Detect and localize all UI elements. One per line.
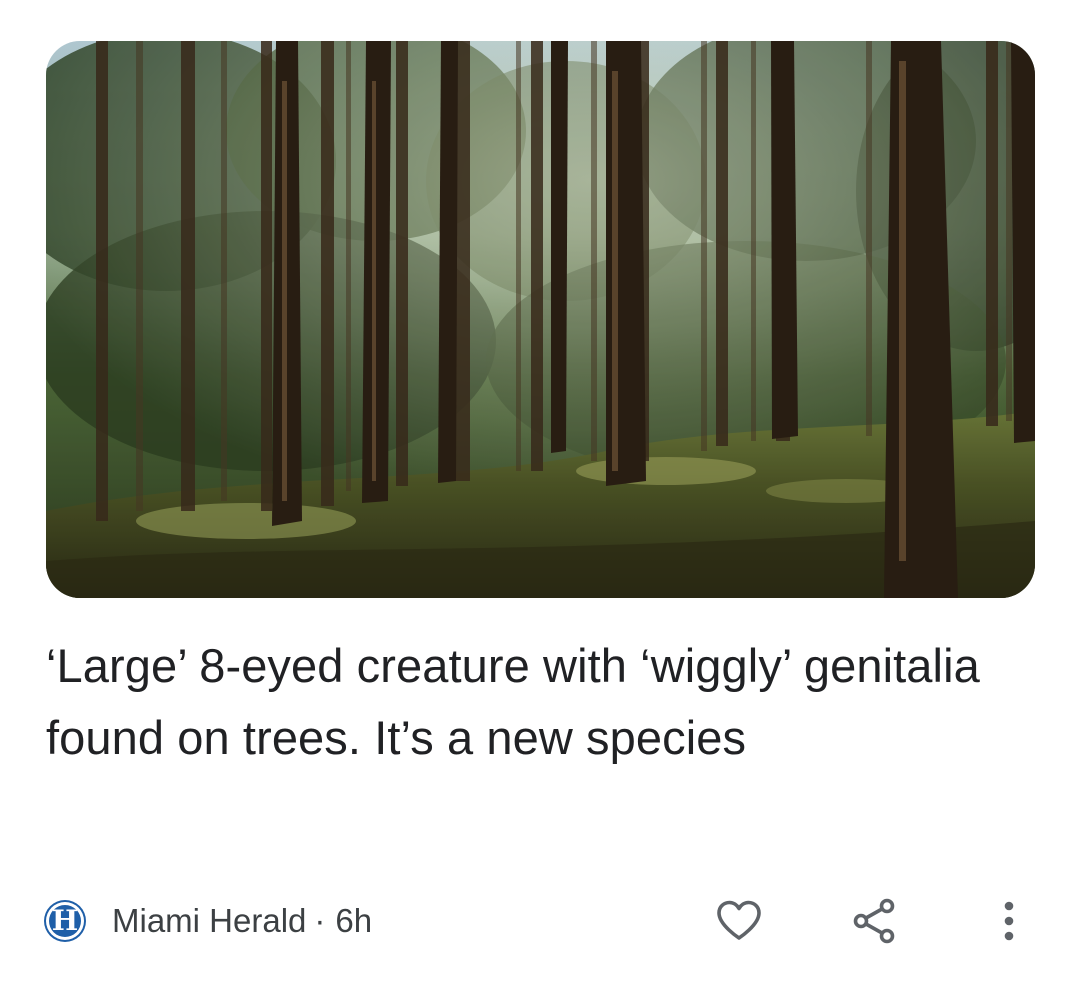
article-headline[interactable]: ‘Large’ 8-eyed creature with ‘wiggly’ ge… bbox=[46, 630, 1006, 774]
miami-herald-logo[interactable]: H bbox=[46, 902, 84, 940]
forest-photo bbox=[46, 41, 1035, 598]
source-name[interactable]: Miami Herald bbox=[112, 902, 306, 940]
article-meta: H Miami Herald · 6h bbox=[46, 895, 372, 947]
publish-age: 6h bbox=[335, 902, 373, 939]
like-button[interactable] bbox=[711, 893, 767, 949]
more-vert-icon bbox=[1004, 901, 1014, 941]
news-card[interactable]: ‘Large’ 8-eyed creature with ‘wiggly’ ge… bbox=[0, 0, 1080, 990]
heart-outline-icon bbox=[717, 900, 761, 940]
share-icon bbox=[853, 898, 895, 944]
article-thumbnail[interactable] bbox=[46, 41, 1035, 598]
more-options-button[interactable] bbox=[981, 893, 1037, 949]
meta-separator: · bbox=[314, 902, 326, 939]
share-button[interactable] bbox=[847, 893, 903, 949]
